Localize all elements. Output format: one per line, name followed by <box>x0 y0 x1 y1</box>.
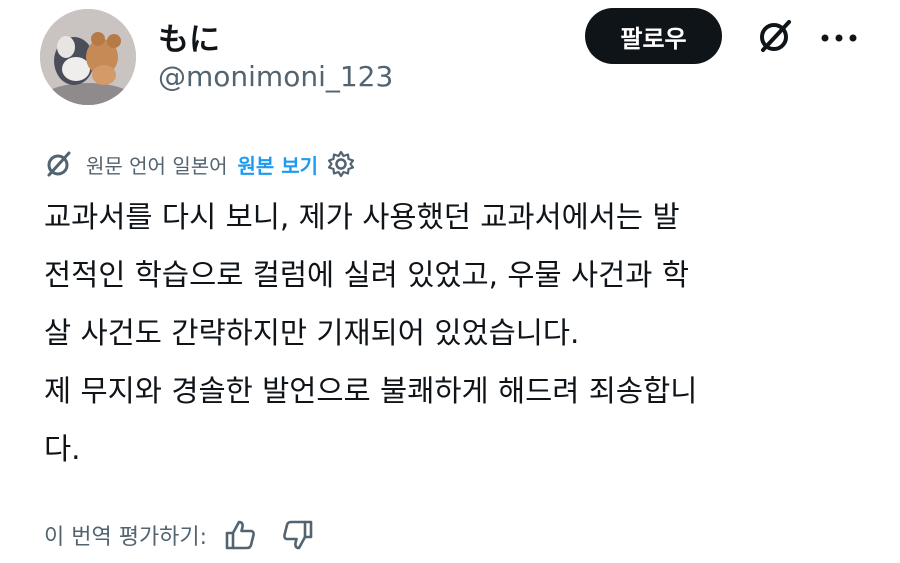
settings-icon[interactable] <box>326 149 356 179</box>
post-header: もに @monimoni_123 팔로우 <box>0 0 900 130</box>
follow-button[interactable]: 팔로우 <box>585 8 722 64</box>
more-icon[interactable] <box>820 33 858 43</box>
user-handle[interactable]: @monimoni_123 <box>158 60 393 93</box>
avatar[interactable] <box>40 9 136 105</box>
thumbs-up-icon[interactable] <box>223 518 257 552</box>
translate-icon <box>47 151 71 177</box>
rate-translation-bar: 이 번역 평가하기: <box>44 515 339 555</box>
translation-bar: 원문 언어 일본어 원본 보기 <box>44 147 356 181</box>
source-language-label: 원문 언어 일본어 <box>86 153 228 178</box>
show-original-link[interactable]: 원본 보기 <box>238 150 319 179</box>
thumbs-down-icon[interactable] <box>281 518 315 552</box>
grok-icon[interactable] <box>755 16 795 56</box>
display-name[interactable]: もに <box>158 14 220 59</box>
rate-translation-label: 이 번역 평가하기: <box>44 525 208 550</box>
post-text: 교과서를 다시 보니, 제가 사용했던 교과서에서는 발 전적인 학습으로 컬럼… <box>44 200 698 466</box>
